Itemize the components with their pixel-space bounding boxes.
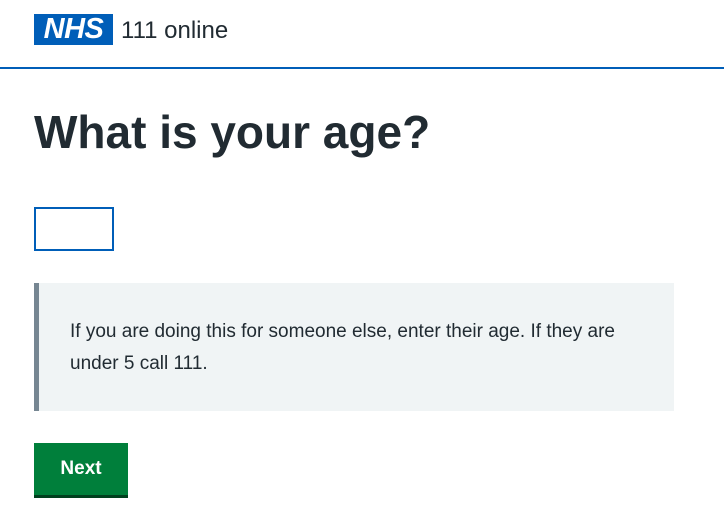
inset-text: If you are doing this for someone else, … [34, 283, 674, 411]
inset-text-paragraph: If you are doing this for someone else, … [70, 321, 615, 374]
next-button[interactable]: Next [34, 443, 128, 498]
page-title: What is your age? [34, 106, 431, 158]
nhs-logo[interactable]: NHS [34, 14, 113, 45]
site-header: NHS 111 online [0, 0, 724, 69]
age-input[interactable] [34, 207, 114, 251]
service-name: 111 online [121, 17, 229, 44]
